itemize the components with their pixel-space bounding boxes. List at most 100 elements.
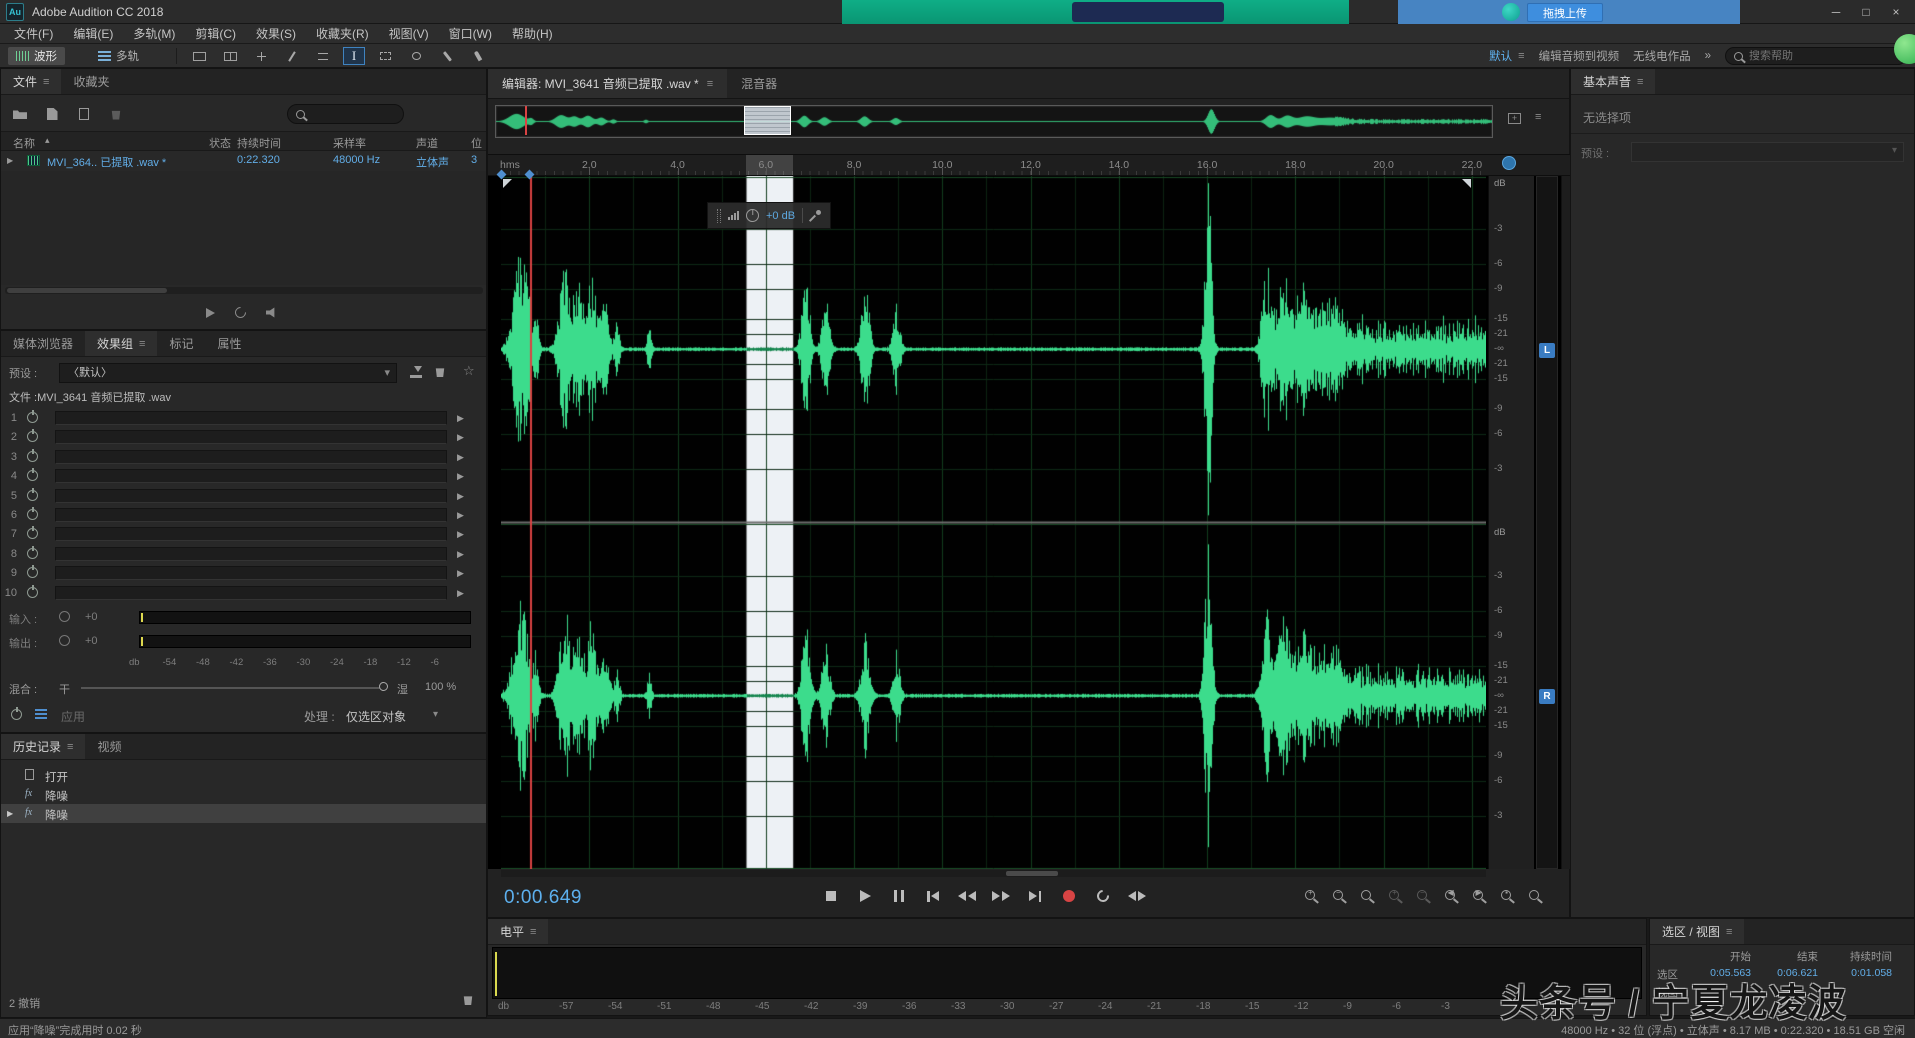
history-trash-button[interactable] (463, 994, 473, 1008)
minimize-button[interactable]: ─ (1821, 0, 1851, 24)
open-file-button[interactable] (11, 106, 29, 122)
zoom-to-selection-button[interactable]: ▪ (1501, 889, 1518, 905)
tab-video[interactable]: 视频 (85, 734, 133, 759)
slot-power-icon[interactable] (27, 412, 38, 423)
column-channels[interactable]: 声道 (416, 135, 438, 151)
column-bits[interactable]: 位 (471, 135, 482, 151)
rewind-button[interactable] (954, 885, 980, 907)
menu-item-8[interactable]: 窗口(W) (439, 25, 502, 42)
drag-upload-button[interactable]: 拖拽上传 (1527, 3, 1603, 22)
slot-insert[interactable] (55, 450, 447, 464)
tab-levels[interactable]: 电平≡ (488, 919, 548, 944)
lasso-selection-tool[interactable] (405, 47, 427, 65)
file-name[interactable]: MVI_364.. 已提取 .wav * (47, 154, 166, 170)
delete-preset-button[interactable] (435, 366, 445, 380)
scrollbar-thumb[interactable] (1006, 871, 1058, 876)
preview-loop-button[interactable] (235, 307, 246, 321)
time-selection-tool[interactable]: I (343, 47, 365, 65)
tab-history[interactable]: 历史记录≡ (1, 734, 85, 759)
new-file-button[interactable] (75, 106, 93, 122)
marquee-selection-tool[interactable] (374, 47, 396, 65)
menu-item-6[interactable]: 收藏夹(R) (306, 25, 379, 42)
effect-slot-4[interactable]: 4▶ (1, 467, 486, 486)
tab-selection-view[interactable]: 选区 / 视图≡ (1650, 919, 1744, 944)
slot-arrow-icon[interactable]: ▶ (457, 452, 464, 463)
tab-editor[interactable]: 编辑器: MVI_3641 音频已提取 .wav * ≡ (488, 69, 727, 98)
menu-item-9[interactable]: 帮助(H) (502, 25, 563, 42)
razor-tool[interactable] (281, 47, 303, 65)
tab-effects-rack[interactable]: 效果组≡ (85, 331, 157, 356)
panel-menu-icon[interactable]: ≡ (1726, 926, 1732, 938)
history-item-noise-reduction-2[interactable]: ▶ fx 降噪 (1, 804, 486, 823)
rack-routing-icon[interactable] (35, 709, 47, 720)
slot-power-icon[interactable] (27, 528, 38, 539)
overview-selection-box[interactable] (744, 106, 791, 135)
files-horizontal-scrollbar[interactable] (5, 287, 483, 294)
hud-gain-knob[interactable] (746, 209, 759, 222)
zoom-reset-button[interactable] (1529, 889, 1546, 905)
fast-forward-button[interactable] (988, 885, 1014, 907)
corner-hud-icon-left[interactable] (503, 179, 512, 188)
effect-slot-10[interactable]: 10▶ (1, 584, 486, 603)
zoom-out-amplitude-button[interactable]: − (1417, 889, 1434, 905)
zoom-full-button[interactable] (1361, 889, 1378, 905)
menu-item-4[interactable]: 剪辑(C) (185, 25, 246, 42)
slot-arrow-icon[interactable]: ▶ (457, 491, 464, 502)
horizontal-scrollbar[interactable] (501, 870, 1486, 877)
menu-item-1[interactable]: 文件(F) (4, 25, 63, 42)
skip-selection-button[interactable] (1124, 885, 1150, 907)
volume-hud[interactable]: +0 dB (707, 202, 831, 229)
slot-arrow-icon[interactable]: ▶ (457, 549, 464, 560)
menu-item-2[interactable]: 编辑(E) (63, 25, 123, 42)
preset-dropdown[interactable]: 〈默认〉 ▾ (59, 363, 397, 383)
mix-slider-track[interactable] (81, 687, 387, 689)
slot-insert[interactable] (55, 411, 447, 425)
tab-media-browser[interactable]: 媒体浏览器 (1, 331, 85, 356)
effect-slot-7[interactable]: 7▶ (1, 525, 486, 544)
slot-arrow-icon[interactable]: ▶ (457, 432, 464, 443)
history-item-open[interactable]: 打开 (1, 766, 486, 785)
layout-split-pane-icon[interactable] (219, 47, 241, 65)
save-preset-icon[interactable] (410, 366, 422, 378)
time-display[interactable]: 0:00.649 (504, 887, 582, 909)
spot-healing-brush-tool[interactable] (467, 47, 489, 65)
left-channel-badge[interactable]: L (1539, 343, 1555, 358)
workspace-radio-production[interactable]: 无线电作品 (1633, 48, 1691, 64)
loop-playback-button[interactable] (1090, 885, 1116, 907)
slot-power-icon[interactable] (27, 567, 38, 578)
column-duration[interactable]: 持续时间 (237, 135, 281, 151)
slot-insert[interactable] (55, 566, 447, 580)
slot-arrow-icon[interactable]: ▶ (457, 471, 464, 482)
process-caret-icon[interactable]: ▾ (433, 709, 438, 720)
tab-essential-sound[interactable]: 基本声音≡ (1571, 69, 1655, 94)
hud-grip-icon[interactable] (717, 209, 721, 223)
move-tool[interactable] (250, 47, 272, 65)
column-sample-rate[interactable]: 采样率 (333, 135, 366, 151)
help-search-input[interactable] (1749, 50, 1879, 62)
effect-slot-3[interactable]: 3▶ (1, 448, 486, 467)
timeline-ruler[interactable]: hms 2.04.06.08.010.012.014.016.018.020.0… (488, 154, 1571, 176)
slot-arrow-icon[interactable]: ▶ (457, 510, 464, 521)
preview-auto-play-button[interactable] (266, 307, 280, 322)
slot-arrow-icon[interactable]: ▶ (457, 413, 464, 424)
selection-duration-value[interactable]: 0:01.058 (1851, 967, 1892, 979)
slot-arrow-icon[interactable]: ▶ (457, 529, 464, 540)
es-preset-dropdown[interactable]: ▾ (1631, 142, 1904, 162)
overview-zoom-icon[interactable]: + (1508, 113, 1521, 124)
panel-menu-icon[interactable]: ≡ (1637, 76, 1643, 88)
zoom-selection-left-button[interactable]: ◀ (1445, 889, 1462, 905)
slip-tool[interactable] (312, 47, 334, 65)
workspace-default[interactable]: 默认 (1489, 48, 1512, 64)
menu-item-7[interactable]: 视图(V) (379, 25, 439, 42)
panel-menu-icon[interactable]: ≡ (67, 741, 73, 753)
menu-item-3[interactable]: 多轨(M) (123, 25, 185, 42)
tab-mixer[interactable]: 混音器 (727, 69, 791, 98)
workspace-overflow-chevron[interactable]: » (1705, 50, 1711, 62)
column-name[interactable]: 名称 (13, 135, 35, 151)
zoom-in-amplitude-button[interactable]: + (1389, 889, 1406, 905)
slot-power-icon[interactable] (27, 431, 38, 442)
maximize-button[interactable]: □ (1851, 0, 1881, 24)
overview-navigator[interactable] (495, 105, 1493, 138)
panel-menu-icon[interactable]: ≡ (707, 78, 713, 90)
effect-slot-1[interactable]: 1▶ (1, 409, 486, 428)
